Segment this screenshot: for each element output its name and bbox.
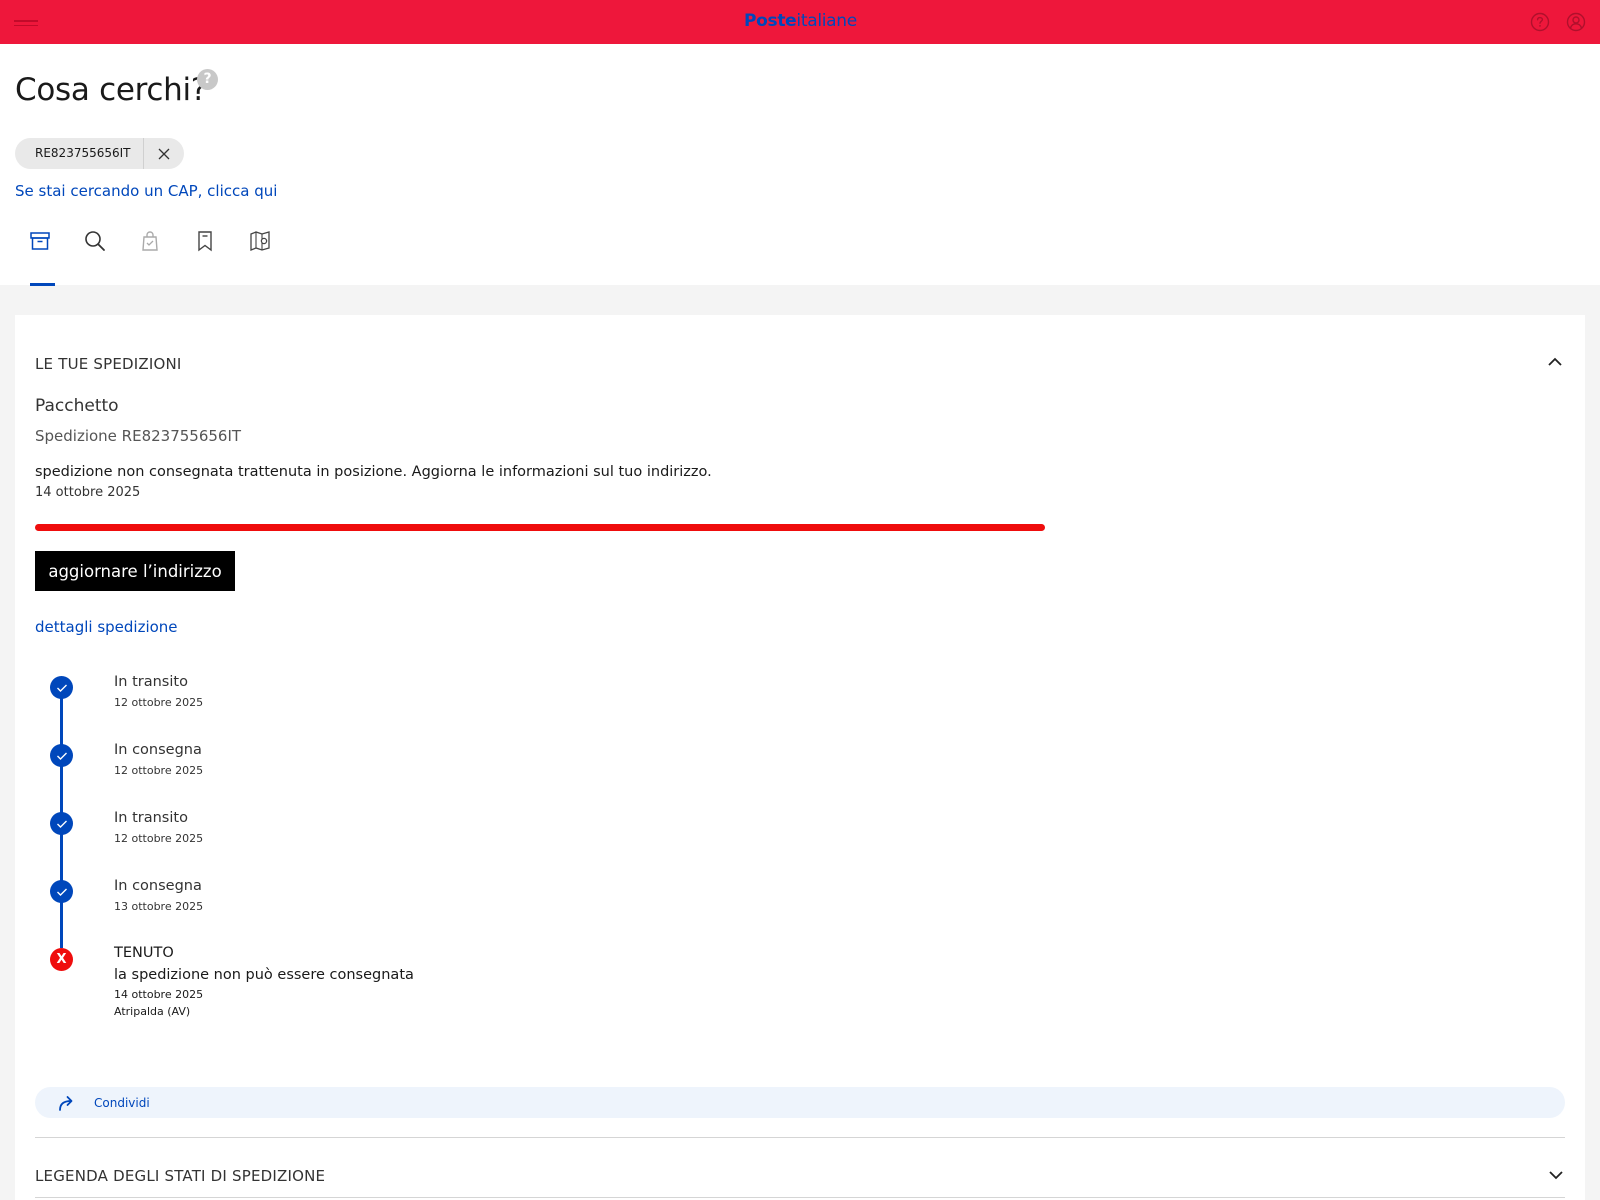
- map-pin-icon: [250, 231, 270, 251]
- step-date: 13 ottobre 2025: [114, 900, 204, 913]
- step-date: 12 ottobre 2025: [114, 832, 204, 845]
- step-title: TENUTO: [114, 945, 174, 961]
- tab-search[interactable]: [83, 229, 138, 269]
- chevron-down-icon[interactable]: [1548, 1169, 1564, 1181]
- divider: [35, 1197, 1565, 1198]
- user-icon[interactable]: [1566, 12, 1586, 32]
- package-type: Pacchetto: [35, 396, 119, 416]
- search-tabs: [28, 229, 303, 269]
- section-title: LE TUE SPEDIZIONI: [35, 355, 182, 373]
- clear-chip-button[interactable]: [144, 138, 184, 169]
- error-x-icon: X: [50, 948, 73, 971]
- tracking-code-chip: RE823755656IT: [15, 138, 184, 169]
- divider: [35, 1137, 1565, 1138]
- step-date: 14 ottobre 2025: [114, 988, 204, 1001]
- tab-map[interactable]: [248, 229, 303, 269]
- check-icon: [50, 880, 73, 903]
- step-date: 12 ottobre 2025: [114, 696, 204, 709]
- bag-icon: [142, 231, 158, 251]
- menu-icon[interactable]: [14, 20, 38, 26]
- cap-search-link[interactable]: Se stai cercando un CAP, clicca qui: [15, 182, 277, 200]
- help-circle-icon[interactable]: [1530, 12, 1550, 32]
- step-title: In consegna: [114, 878, 202, 894]
- step-title: In transito: [114, 674, 188, 690]
- status-message: spedizione non consegnata trattenuta in …: [35, 464, 712, 480]
- search-area: Cosa cerchi? ? RE823755656IT Se stai cer…: [0, 44, 1600, 286]
- update-address-button[interactable]: aggiornare l’indirizzo: [35, 551, 235, 591]
- shipment-details-link[interactable]: dettagli spedizione: [35, 618, 178, 636]
- close-icon: [158, 148, 170, 159]
- share-label: Condividi: [94, 1095, 150, 1110]
- bookmark-icon: [198, 231, 212, 252]
- share-button[interactable]: Condividi: [35, 1087, 1565, 1118]
- top-bar: Posteitaliane: [0, 0, 1600, 44]
- check-icon: [50, 744, 73, 767]
- step-date: 12 ottobre 2025: [114, 764, 204, 777]
- tab-shipments[interactable]: [28, 229, 83, 269]
- tracking-code-value[interactable]: RE823755656IT: [15, 138, 144, 169]
- package-box-icon: [30, 232, 50, 250]
- check-icon: [50, 812, 73, 835]
- step-description: la spedizione non può essere consegnata: [114, 967, 414, 983]
- progress-bar: [35, 524, 1045, 531]
- progress-fill: [35, 524, 1045, 531]
- step-title: In consegna: [114, 742, 202, 758]
- legend-title[interactable]: LEGENDA DEGLI STATI DI SPEDIZIONE: [35, 1167, 325, 1185]
- page-title: Cosa cerchi?: [15, 72, 207, 108]
- search-icon: [85, 231, 105, 251]
- chevron-up-icon[interactable]: [1547, 356, 1563, 368]
- shipment-code: Spedizione RE823755656IT: [35, 427, 242, 445]
- share-arrow-icon: [59, 1095, 73, 1111]
- help-badge-icon[interactable]: ?: [197, 69, 218, 90]
- status-date: 14 ottobre 2025: [35, 485, 141, 500]
- active-tab-indicator: [30, 283, 55, 286]
- tab-saved[interactable]: [193, 229, 248, 269]
- poste-italiane-logo[interactable]: Posteitaliane: [744, 11, 857, 31]
- shipments-card: LE TUE SPEDIZIONI Pacchetto Spedizione R…: [15, 315, 1585, 1200]
- step-title: In transito: [114, 810, 188, 826]
- step-location: Atripalda (AV): [114, 1005, 191, 1018]
- tab-shop[interactable]: [138, 229, 193, 269]
- check-icon: [50, 676, 73, 699]
- tracking-timeline: In transito 12 ottobre 2025 In consegna …: [35, 674, 735, 1046]
